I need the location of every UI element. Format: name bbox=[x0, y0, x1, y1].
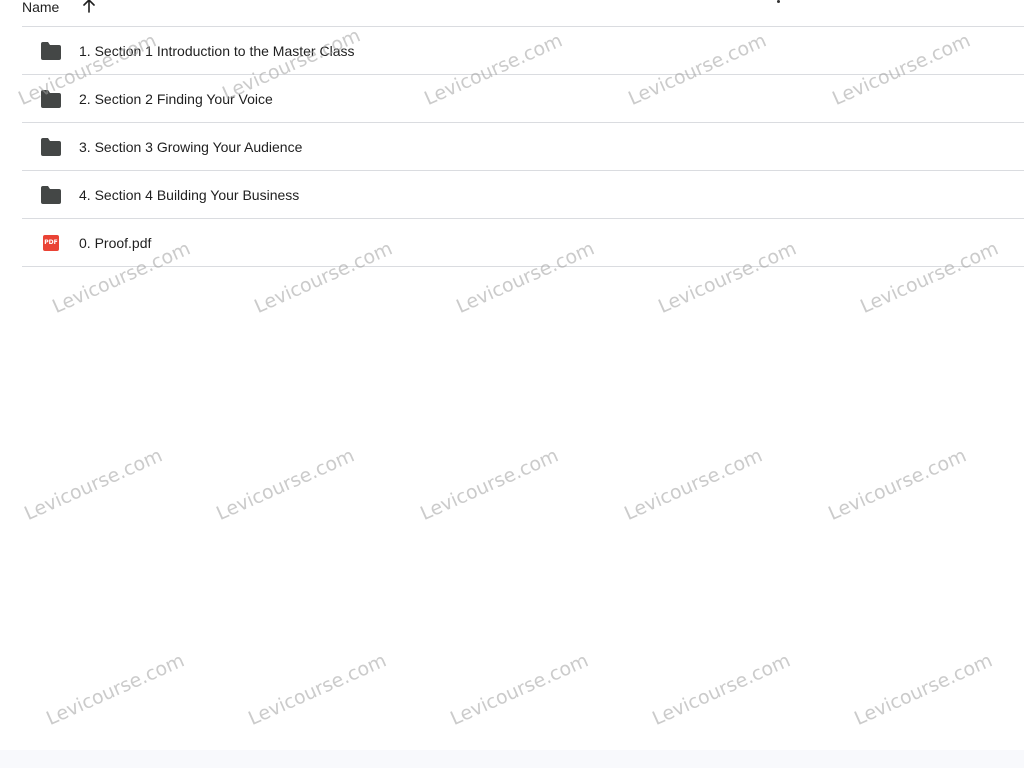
name-column-header[interactable]: Name bbox=[22, 0, 59, 14]
folder-icon bbox=[41, 138, 61, 156]
pdf-icon: PDF bbox=[43, 235, 59, 251]
list-header: Name bbox=[22, 0, 1024, 27]
file-name: 1. Section 1 Introduction to the Master … bbox=[79, 42, 355, 59]
arrow-up-icon[interactable] bbox=[81, 0, 97, 14]
file-row-proof-pdf[interactable]: PDF 0. Proof.pdf bbox=[22, 219, 1024, 267]
file-name: 0. Proof.pdf bbox=[79, 234, 152, 251]
watermark-text: Levicourse.com bbox=[825, 444, 970, 525]
file-row-section-2[interactable]: 2. Section 2 Finding Your Voice bbox=[22, 75, 1024, 123]
file-name: 4. Section 4 Building Your Business bbox=[79, 186, 300, 203]
folder-icon bbox=[41, 42, 61, 60]
file-name: 2. Section 2 Finding Your Voice bbox=[79, 90, 273, 107]
watermark-text: Levicourse.com bbox=[43, 649, 188, 730]
cursor-icon bbox=[777, 0, 780, 3]
file-name: 3. Section 3 Growing Your Audience bbox=[79, 138, 303, 155]
file-row-section-1[interactable]: 1. Section 1 Introduction to the Master … bbox=[22, 27, 1024, 75]
watermark-text: Levicourse.com bbox=[447, 649, 592, 730]
watermark-text: Levicourse.com bbox=[621, 444, 766, 525]
watermark-text: Levicourse.com bbox=[649, 649, 794, 730]
watermark-text: Levicourse.com bbox=[851, 649, 996, 730]
drive-page: Name 1. Section 1 Introduction to the Ma… bbox=[0, 0, 1024, 768]
watermark-text: Levicourse.com bbox=[417, 444, 562, 525]
file-row-section-3[interactable]: 3. Section 3 Growing Your Audience bbox=[22, 123, 1024, 171]
watermark-text: Levicourse.com bbox=[21, 444, 166, 525]
file-row-section-4[interactable]: 4. Section 4 Building Your Business bbox=[22, 171, 1024, 219]
file-list-panel: Name 1. Section 1 Introduction to the Ma… bbox=[0, 0, 1024, 750]
watermark-text: Levicourse.com bbox=[213, 444, 358, 525]
file-list: 1. Section 1 Introduction to the Master … bbox=[22, 27, 1024, 267]
folder-icon bbox=[41, 186, 61, 204]
watermark-text: Levicourse.com bbox=[245, 649, 390, 730]
folder-icon bbox=[41, 90, 61, 108]
